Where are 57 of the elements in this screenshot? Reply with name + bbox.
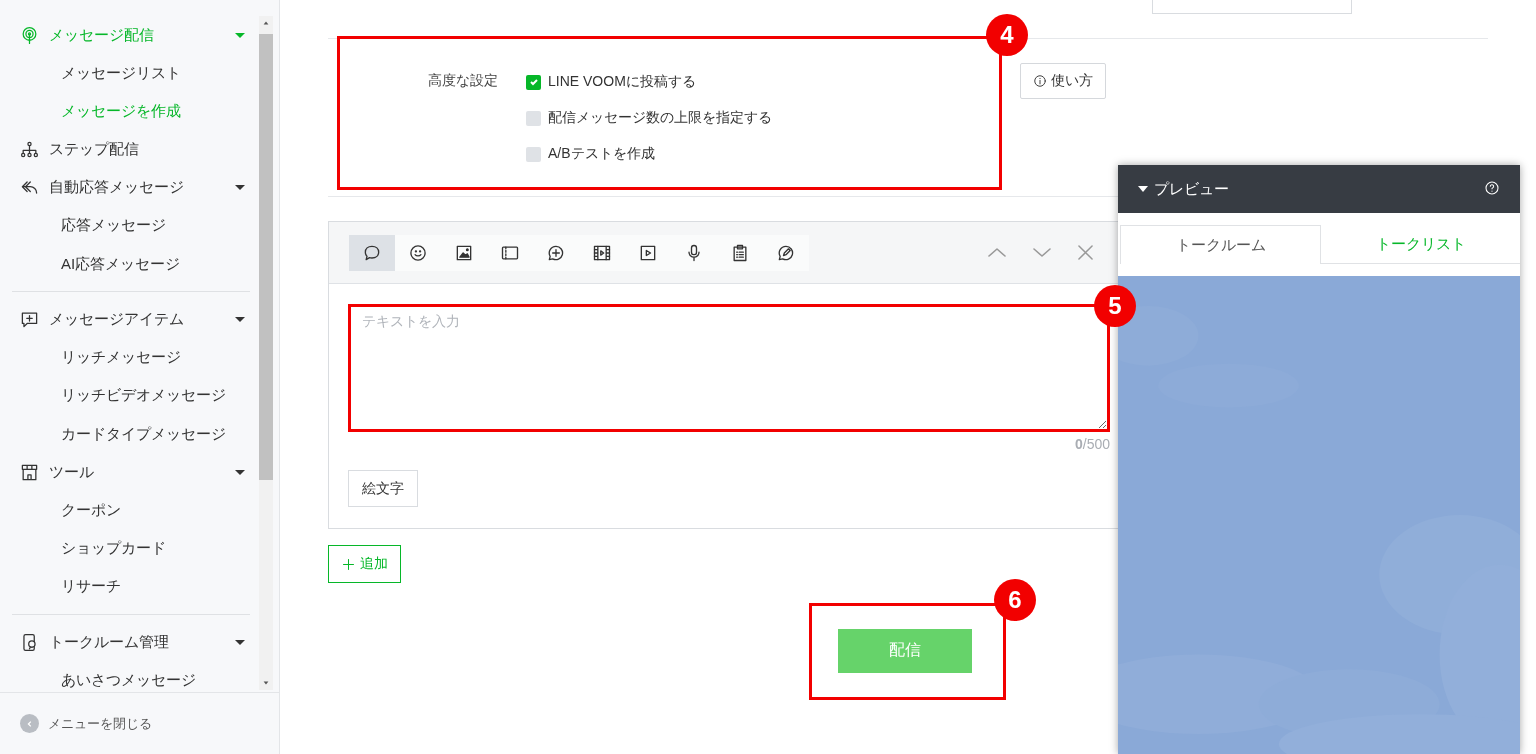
message-type-tab[interactable]: [349, 234, 395, 271]
preview-title: プレビュー: [1154, 179, 1229, 199]
sidebar-item[interactable]: 自動応答メッセージ: [12, 176, 259, 199]
help-icon: [1484, 179, 1500, 196]
sidebar-subitem[interactable]: クーポン: [12, 499, 259, 522]
checkbox-option[interactable]: A/Bテストを作成: [526, 143, 772, 165]
hierarchy-icon: [20, 140, 39, 160]
sidebar-subitem[interactable]: リッチメッセージ: [12, 346, 259, 369]
sidebar-subitem[interactable]: リッチビデオメッセージ: [12, 384, 259, 407]
sidebar-subitem[interactable]: あいさつメッセージ: [12, 669, 259, 692]
chevron-left-icon: [20, 714, 39, 733]
sidebar-subitem[interactable]: カードタイプメッセージ: [12, 423, 259, 446]
emoji-button[interactable]: 絵文字: [348, 470, 418, 507]
sidebar-subitem[interactable]: 応答メッセージ: [12, 214, 259, 237]
checkmark-icon: [528, 77, 539, 87]
up-arrow-icon: [262, 19, 270, 27]
sidebar-item[interactable]: トークルーム管理: [12, 631, 259, 654]
sidebar-item[interactable]: ツール: [12, 461, 259, 484]
scrollbar-thumb[interactable]: [259, 34, 273, 480]
store-icon: [20, 462, 39, 482]
menu-label: メッセージアイテム: [49, 310, 184, 329]
menu-label: トークルーム管理: [49, 632, 169, 652]
smiley-icon: [408, 242, 428, 263]
down-arrow-icon: [262, 679, 270, 687]
step-badge: 6: [994, 579, 1036, 621]
scrollbar[interactable]: [259, 16, 273, 690]
chevron-down-icon: [1033, 247, 1051, 258]
character-counter: 0/500: [1073, 436, 1110, 452]
info-icon: [1033, 74, 1047, 88]
menu-label: 自動応答メッセージ: [49, 178, 184, 198]
close-icon: [1078, 245, 1093, 260]
menu-label: ツール: [49, 462, 94, 482]
step-badge: 4: [986, 14, 1028, 56]
close-menu-button[interactable]: メニューを閉じる: [0, 692, 279, 754]
preview-tab[interactable]: トークルーム: [1120, 225, 1321, 264]
caret-icon: [1138, 186, 1148, 192]
menu-label: メッセージ配信: [49, 25, 154, 45]
settings-label: 高度な設定: [427, 71, 498, 90]
sidebar-subitem[interactable]: メッセージリスト: [12, 62, 259, 85]
sidebar-subitem[interactable]: ショップカード: [12, 537, 259, 560]
phone-icon: [20, 632, 39, 652]
checkbox[interactable]: [526, 110, 541, 126]
checkbox-option[interactable]: 配信メッセージ数の上限を指定する: [526, 107, 772, 129]
plus-icon: [341, 556, 356, 572]
sidebar-subitem[interactable]: リサーチ: [12, 575, 259, 598]
chevron-up-icon: [988, 247, 1006, 258]
menu-label: ステップ配信: [49, 140, 139, 160]
checkbox[interactable]: [526, 74, 541, 90]
input-field[interactable]: [1152, 0, 1352, 14]
sidebar-item[interactable]: メッセージアイテム: [12, 308, 259, 331]
message-plus-icon: [20, 310, 39, 329]
help-button[interactable]: 使い方: [1020, 63, 1106, 99]
checkbox[interactable]: [526, 146, 541, 162]
sidebar-subitem[interactable]: AI応答メッセージ: [12, 253, 259, 276]
sidebar-item[interactable]: ステップ配信: [12, 138, 259, 161]
checkbox-option[interactable]: LINE VOOMに投稿する: [526, 71, 772, 93]
broadcast-icon: [20, 25, 39, 45]
